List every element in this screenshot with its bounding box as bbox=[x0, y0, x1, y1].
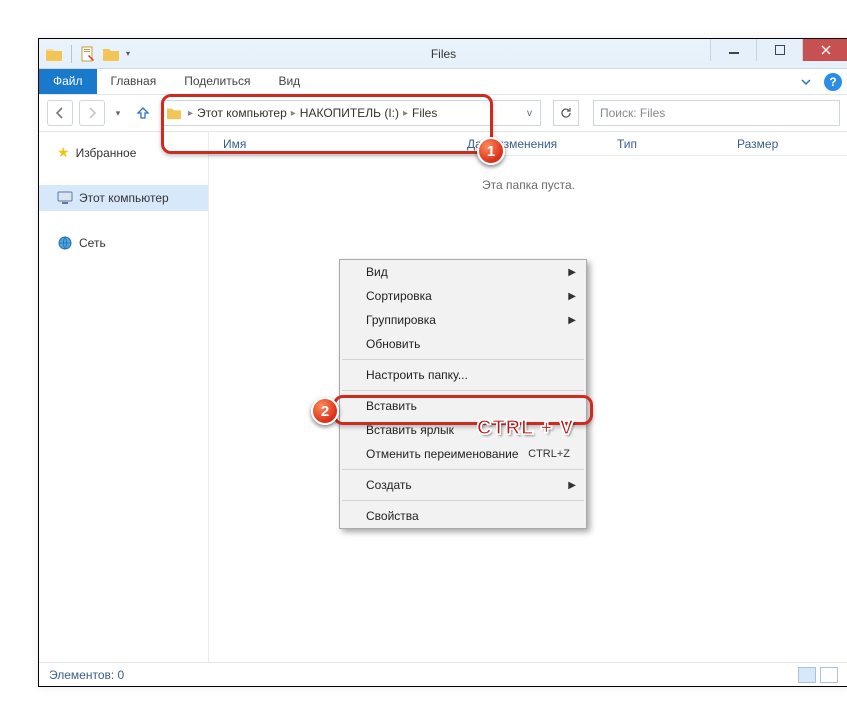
tab-share[interactable]: Поделиться bbox=[170, 69, 264, 94]
chevron-right-icon[interactable]: ▸ bbox=[289, 108, 298, 119]
sidebar-item-label: Этот компьютер bbox=[79, 191, 169, 205]
chevron-right-icon[interactable]: ▸ bbox=[186, 108, 195, 119]
column-header-type[interactable]: Тип bbox=[609, 137, 729, 151]
ctx-view[interactable]: Вид▶ bbox=[340, 260, 586, 284]
column-headers: Имя Дата изменения Тип Размер bbox=[209, 132, 847, 156]
search-placeholder: Поиск: Files bbox=[600, 106, 665, 120]
folder-icon bbox=[45, 46, 63, 62]
chevron-right-icon: ▶ bbox=[568, 480, 576, 491]
expand-ribbon-button[interactable] bbox=[796, 72, 816, 92]
quick-access-toolbar: ▾ bbox=[39, 45, 130, 63]
chevron-right-icon[interactable]: ▸ bbox=[401, 108, 410, 119]
view-icons-button[interactable] bbox=[820, 667, 838, 683]
close-button[interactable] bbox=[802, 39, 847, 61]
help-button[interactable]: ? bbox=[824, 73, 842, 91]
ctx-paste[interactable]: Вставить bbox=[340, 394, 586, 418]
properties-icon[interactable] bbox=[80, 46, 96, 62]
ctx-sort[interactable]: Сортировка▶ bbox=[340, 284, 586, 308]
breadcrumb-segment[interactable]: НАКОПИТЕЛЬ (I:) bbox=[300, 106, 399, 120]
context-menu: Вид▶ Сортировка▶ Группировка▶ Обновить Н… bbox=[339, 259, 587, 529]
computer-icon bbox=[57, 191, 73, 205]
address-bar[interactable]: ▸ Этот компьютер ▸ НАКОПИТЕЛЬ (I:) ▸ Fil… bbox=[161, 100, 541, 126]
title-bar: ▾ Files bbox=[39, 39, 847, 69]
minimize-button[interactable] bbox=[710, 39, 756, 61]
refresh-button[interactable] bbox=[553, 100, 579, 126]
ctx-group[interactable]: Группировка▶ bbox=[340, 308, 586, 332]
column-header-name[interactable]: Имя bbox=[209, 137, 459, 151]
file-tab[interactable]: Файл bbox=[39, 69, 97, 94]
tab-view[interactable]: Вид bbox=[264, 69, 314, 94]
navigation-pane: ★ Избранное Этот компьютер Сеть bbox=[39, 132, 209, 662]
status-item-count: Элементов: 0 bbox=[49, 668, 124, 682]
annotation-marker-2: 2 bbox=[311, 397, 339, 425]
ctx-new[interactable]: Создать▶ bbox=[340, 473, 586, 497]
chevron-right-icon: ▶ bbox=[568, 291, 576, 302]
breadcrumb-segment[interactable]: Files bbox=[412, 106, 437, 120]
view-details-button[interactable] bbox=[798, 667, 816, 683]
ctx-customize-folder[interactable]: Настроить папку... bbox=[340, 363, 586, 387]
ribbon-tabs: Файл Главная Поделиться Вид ? bbox=[39, 69, 847, 95]
new-folder-icon[interactable] bbox=[102, 46, 120, 62]
ctx-refresh[interactable]: Обновить bbox=[340, 332, 586, 356]
address-dropdown-icon[interactable]: v bbox=[523, 108, 536, 119]
column-header-size[interactable]: Размер bbox=[729, 137, 829, 151]
window-title: Files bbox=[431, 47, 456, 61]
star-icon: ★ bbox=[57, 144, 70, 161]
history-dropdown[interactable]: ▾ bbox=[111, 100, 125, 126]
up-button[interactable] bbox=[131, 101, 155, 125]
sidebar-item-network[interactable]: Сеть bbox=[39, 229, 208, 257]
back-button[interactable] bbox=[47, 100, 73, 126]
navigation-row: ▾ ▸ Этот компьютер ▸ НАКОПИТЕЛЬ (I:) ▸ F… bbox=[39, 95, 847, 131]
status-bar: Элементов: 0 bbox=[39, 662, 847, 686]
forward-button[interactable] bbox=[79, 100, 105, 126]
sidebar-item-label: Сеть bbox=[79, 236, 106, 250]
sidebar-item-label: Избранное bbox=[76, 146, 137, 160]
sidebar-item-this-pc[interactable]: Этот компьютер bbox=[39, 185, 208, 211]
folder-icon bbox=[166, 106, 182, 120]
ctx-shortcut-label: CTRL+Z bbox=[528, 448, 570, 460]
maximize-button[interactable] bbox=[756, 39, 802, 61]
network-icon bbox=[57, 235, 73, 251]
tab-home[interactable]: Главная bbox=[97, 69, 171, 94]
chevron-right-icon: ▶ bbox=[568, 315, 576, 326]
ctx-properties[interactable]: Свойства bbox=[340, 504, 586, 528]
empty-folder-message: Эта папка пуста. bbox=[209, 178, 847, 192]
qat-dropdown-icon[interactable]: ▾ bbox=[126, 49, 130, 58]
breadcrumb-segment[interactable]: Этот компьютер bbox=[197, 106, 287, 120]
annotation-marker-1: 1 bbox=[477, 137, 505, 165]
annotation-ctrl-v-label: CTRL + V bbox=[477, 417, 574, 440]
search-input[interactable]: Поиск: Files bbox=[593, 100, 840, 126]
ctx-undo-rename[interactable]: Отменить переименованиеCTRL+Z bbox=[340, 442, 586, 466]
sidebar-item-favorites[interactable]: ★ Избранное bbox=[39, 138, 208, 167]
chevron-right-icon: ▶ bbox=[568, 267, 576, 278]
